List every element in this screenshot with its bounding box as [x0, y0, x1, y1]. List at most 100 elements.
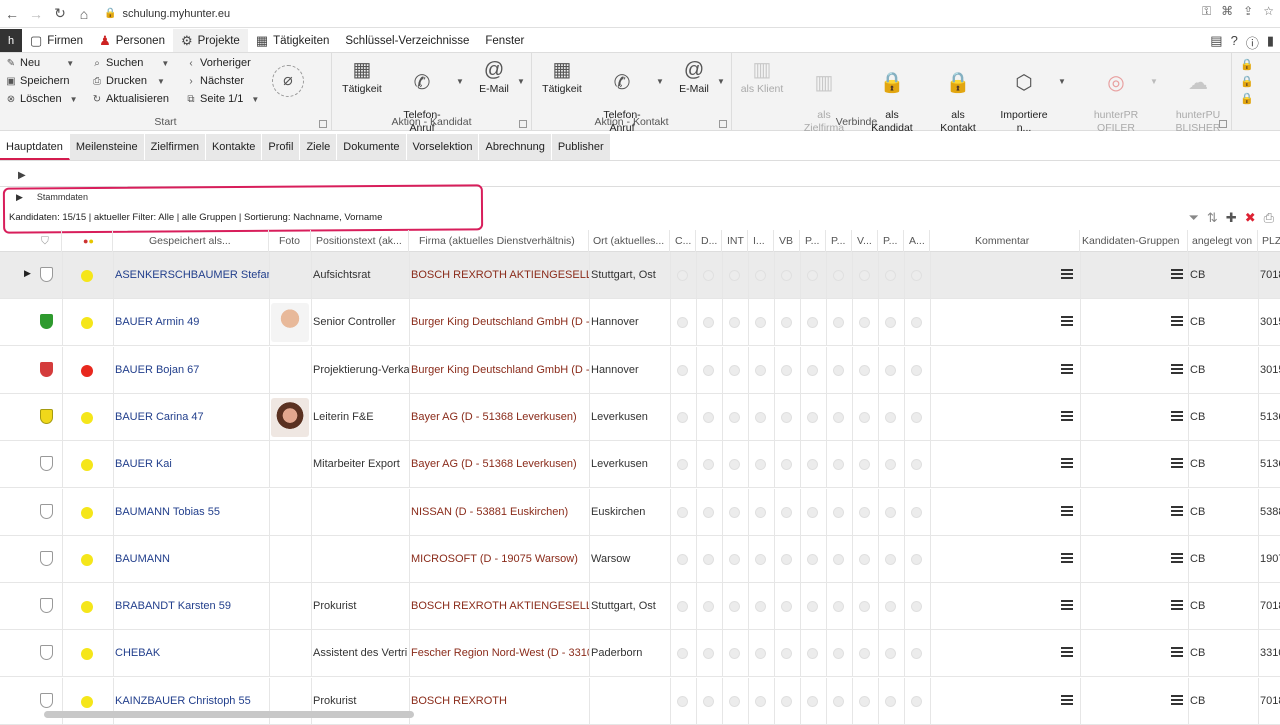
flag-circle[interactable] [703, 695, 714, 707]
share-icon[interactable]: ⇪ [1243, 4, 1253, 19]
col-header-status[interactable]: ●● [62, 230, 113, 252]
flag-circle[interactable] [677, 270, 688, 281]
flag-circle[interactable] [781, 317, 792, 329]
flag-circle[interactable] [807, 364, 818, 376]
shield-status-icon[interactable] [40, 314, 53, 330]
col-header-v[interactable]: V... [852, 230, 878, 252]
flag-circle[interactable] [807, 695, 818, 707]
flag-circle[interactable] [755, 506, 766, 518]
shield-status-icon[interactable] [40, 361, 53, 377]
tab-vorselektion[interactable]: Vorselektion [406, 134, 480, 160]
menu-lines-icon[interactable] [1061, 694, 1073, 707]
flag-circle[interactable] [703, 270, 714, 281]
tab-hauptdaten[interactable]: Hauptdaten [0, 134, 70, 160]
reload-icon[interactable]: ↻ [48, 2, 72, 26]
kandidat-taetigkeit-button[interactable]: ▦ Tätigkeit [332, 57, 392, 96]
flag-circle[interactable] [885, 553, 896, 565]
flag-circle[interactable] [755, 601, 766, 613]
flag-circle[interactable] [703, 364, 714, 376]
naechster-button[interactable]: › Nächster [186, 75, 244, 87]
flag-circle[interactable] [755, 553, 766, 565]
col-header-i[interactable]: I... [748, 230, 774, 252]
tab-publisher[interactable]: Publisher [551, 134, 611, 160]
dropdown-icon[interactable]: ▼ [517, 77, 525, 86]
flag-circle[interactable] [859, 648, 870, 660]
expand-triangle-icon[interactable]: ▶ [18, 170, 26, 181]
cell-firma[interactable]: Burger King Deutschland GmbH (D - [409, 299, 589, 346]
flag-circle[interactable] [729, 601, 740, 613]
table-row[interactable]: CHEBAK Assistent des Vertri Fescher Region… [0, 630, 1280, 678]
flag-circle[interactable] [729, 648, 740, 660]
flag-circle[interactable] [729, 553, 740, 565]
status-dot[interactable] [81, 695, 93, 708]
col-header-ort[interactable]: Ort (aktuelles... [589, 230, 670, 252]
flag-circle[interactable] [807, 411, 818, 423]
vorheriger-button[interactable]: ‹ Vorheriger [186, 57, 250, 69]
hunter-profiler-button[interactable]: ◎ hunterPR OFILER [1086, 57, 1146, 135]
flag-circle[interactable] [859, 506, 870, 518]
cell-name[interactable]: CHEBAK [113, 630, 269, 677]
flag-circle[interactable] [833, 411, 844, 423]
flag-circle[interactable] [885, 364, 896, 376]
menu-lines-icon[interactable] [1061, 552, 1073, 565]
flag-circle[interactable] [859, 459, 870, 471]
flag-circle[interactable] [807, 601, 818, 613]
info-icon[interactable]: ⓘ [1246, 33, 1259, 52]
group-launcher-icon[interactable] [519, 120, 527, 128]
flag-circle[interactable] [755, 648, 766, 660]
col-header-gruppen[interactable]: Kandidaten-Gruppen [1080, 230, 1188, 252]
kandidat-email-button[interactable]: @ E-Mail [464, 57, 524, 96]
lock-gray-icon[interactable]: 🔒 [1240, 57, 1260, 74]
cell-firma[interactable]: BOSCH REXROTH AKTIENGESELLSCH [409, 252, 589, 299]
flag-circle[interactable] [703, 648, 714, 660]
dropdown-icon[interactable]: ▼ [1150, 77, 1158, 86]
aktualisieren-button[interactable]: ↻ Aktualisieren [92, 93, 169, 105]
flag-circle[interactable] [885, 695, 896, 707]
menu-lines-icon[interactable] [1061, 316, 1073, 328]
print-icon[interactable]: ⎙ [1264, 210, 1274, 226]
col-header-angelegt[interactable]: angelegt von [1188, 230, 1258, 252]
als-klient-button[interactable]: ▥ als Klient [732, 57, 792, 96]
cell-firma[interactable]: NISSAN (D - 53881 Euskirchen) [409, 489, 589, 536]
flag-circle[interactable] [885, 411, 896, 423]
flag-circle[interactable] [677, 553, 688, 565]
col-header-foto[interactable]: Foto [269, 230, 311, 252]
status-dot[interactable] [81, 317, 93, 330]
dropdown-icon[interactable]: ▼ [1058, 77, 1066, 86]
cell-name[interactable]: BAUMANN [113, 536, 269, 583]
menu-lines-icon[interactable] [1061, 269, 1073, 281]
flag-circle[interactable] [885, 601, 896, 613]
flag-circle[interactable] [703, 317, 714, 329]
flag-circle[interactable] [755, 270, 766, 281]
dropdown-icon[interactable]: ▼ [717, 77, 725, 86]
flag-circle[interactable] [703, 553, 714, 565]
flag-circle[interactable] [885, 506, 896, 518]
flag-circle[interactable] [755, 364, 766, 376]
seite-selector[interactable]: ⧉ Seite 1/1 ▼ [186, 93, 259, 105]
flag-circle[interactable] [807, 648, 818, 660]
key-icon[interactable]: ⚿ [1202, 4, 1211, 19]
col-header-c[interactable]: C... [670, 230, 696, 252]
cell-name[interactable]: BRABANDT Karsten 59 [113, 583, 269, 630]
menu-lines-icon[interactable] [1061, 505, 1073, 518]
flag-circle[interactable] [807, 506, 818, 518]
flag-circle[interactable] [729, 695, 740, 707]
bookmark-icon[interactable]: ☆ [1263, 4, 1274, 19]
col-header-kommentar[interactable]: Kommentar [930, 230, 1080, 252]
cell-firma[interactable]: Bayer AG (D - 51368 Leverkusen) [409, 394, 589, 441]
shield-status-icon[interactable] [40, 645, 53, 661]
flag-circle[interactable] [677, 411, 688, 423]
flag-circle[interactable] [859, 695, 870, 707]
translate-icon[interactable]: ⌘ [1221, 4, 1233, 19]
shield-status-icon[interactable] [40, 456, 53, 472]
attach-button[interactable]: ⌀ [268, 65, 308, 97]
flag-circle[interactable] [885, 270, 896, 281]
drucken-button[interactable]: ⎙ Drucken ▼ [92, 75, 165, 87]
menu-lines-icon[interactable] [1171, 458, 1183, 470]
menu-lines-icon[interactable] [1171, 552, 1183, 565]
neu-button[interactable]: ✎ Neu ▼ [6, 57, 74, 69]
flag-circle[interactable] [807, 317, 818, 329]
cell-firma[interactable]: Bayer AG (D - 51368 Leverkusen) [409, 441, 589, 488]
suchen-button[interactable]: ⌕ Suchen ▼ [92, 57, 169, 69]
flag-circle[interactable] [833, 364, 844, 376]
